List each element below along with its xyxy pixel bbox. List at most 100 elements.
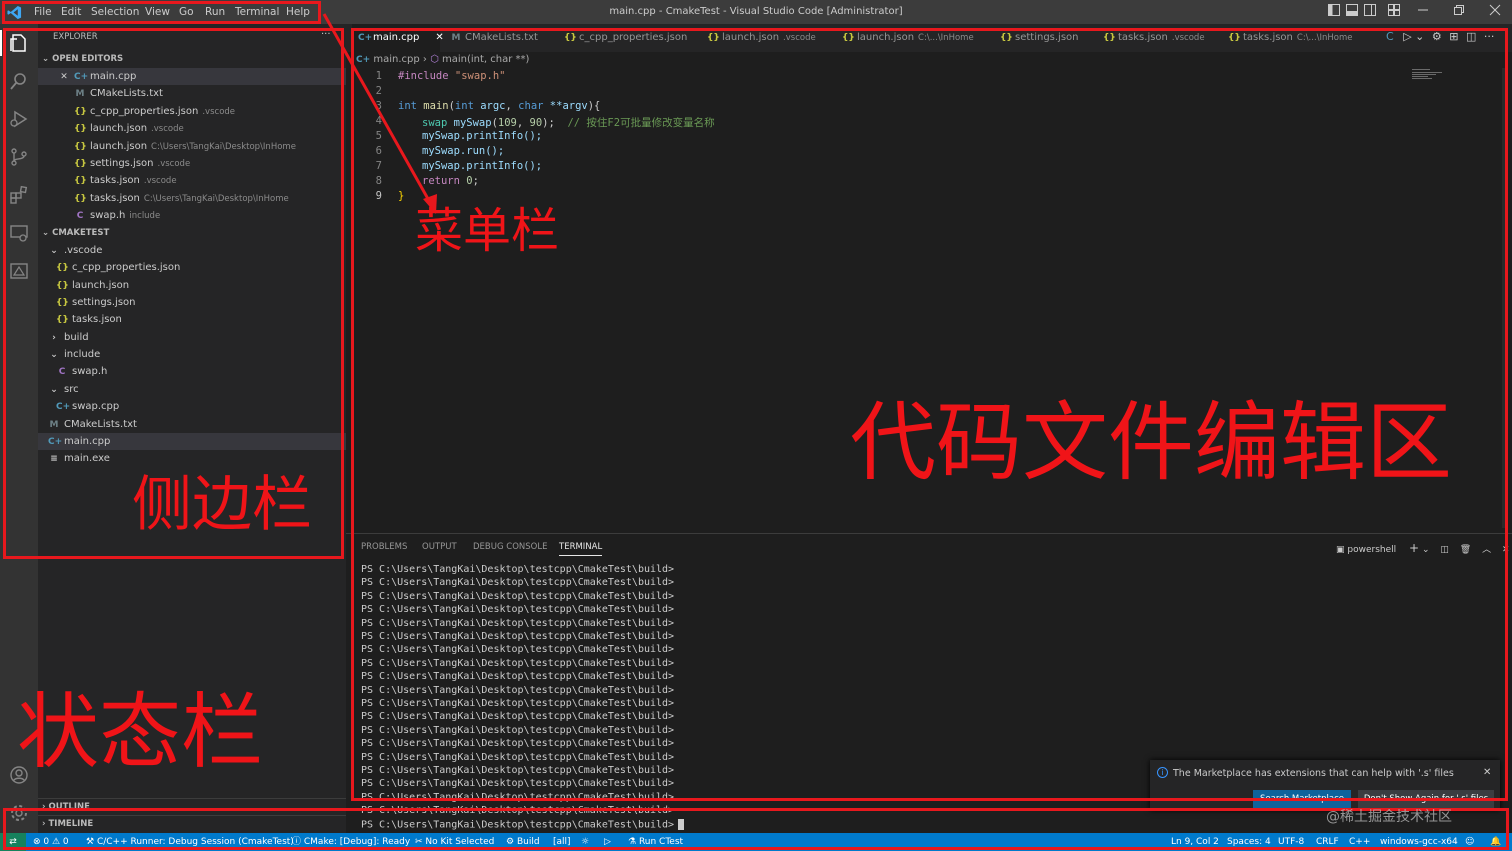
close-window-icon[interactable] [1488,4,1502,18]
cursor-position[interactable]: Ln 9, Col 2 [1171,833,1219,851]
remote-indicator-icon[interactable]: ⇄ [0,833,26,851]
more-actions-icon[interactable]: ··· [1484,30,1495,43]
cmake-status[interactable]: ⓘ CMake: [Debug]: Ready [292,833,410,851]
tree-item[interactable]: {} c_cpp_properties.json [38,259,346,276]
tree-item[interactable]: C+ swap.cpp [38,398,346,415]
project-header[interactable]: ⌄ CMAKETEST [38,225,346,242]
launch-icon[interactable]: ▷ [604,833,611,851]
tree-item[interactable]: {} tasks.json [38,311,346,328]
menu-run[interactable]: Run [205,0,225,24]
remote-explorer-icon[interactable] [8,222,30,244]
run-debug-icon[interactable] [8,108,30,130]
tree-item[interactable]: ⌄ src [38,381,346,398]
menu-help[interactable]: Help [286,0,310,24]
open-editor-item[interactable]: {} c_cpp_properties.json .vscode [38,103,346,120]
new-terminal-icon[interactable]: + [1409,541,1419,555]
open-editor-item[interactable]: {} settings.json .vscode [38,155,346,172]
open-editor-item[interactable]: ✕ C+ main.cpp [38,68,346,85]
menu-selection[interactable]: Selection [91,0,139,24]
outline-header[interactable]: › OUTLINE [38,798,346,815]
tab-output[interactable]: OUTPUT [422,542,457,556]
breadcrumb-symbol[interactable]: main(int, char **) [442,54,529,65]
tree-item[interactable]: ⌄ .vscode [38,242,346,259]
chevron-down-icon[interactable]: ⌄ [1422,545,1430,555]
source-control-icon[interactable] [8,146,30,168]
toggle-panel-icon[interactable] [1345,4,1359,18]
tree-item[interactable]: {} settings.json [38,294,346,311]
open-editor-item[interactable]: M CMakeLists.txt [38,85,346,102]
editor-tab[interactable]: {} c_cpp_properties.json [558,24,698,52]
maximize-panel-icon[interactable]: ︿ [1482,545,1491,555]
open-editors-header[interactable]: ⌄ OPEN EDITORS [38,51,346,68]
close-icon[interactable]: ✕ [435,32,443,43]
tree-item[interactable]: C+ main.cpp [38,432,346,450]
restore-icon[interactable] [1452,4,1466,18]
tree-item[interactable]: › build [38,329,346,346]
manage-gear-icon[interactable] [8,802,30,824]
runner-status[interactable]: ⚒ C/C++ Runner: Debug Session (CmakeTest… [86,833,294,851]
cmake-icon[interactable] [8,260,30,282]
toggle-secondary-sidebar-icon[interactable] [1363,4,1377,18]
split-terminal-icon[interactable]: ◫ [1440,545,1449,555]
notifications-bell-icon[interactable]: 🔔 [1490,833,1501,851]
tree-item[interactable]: M CMakeLists.txt [38,416,346,433]
encoding[interactable]: UTF-8 [1278,833,1304,851]
settings-icon[interactable]: ⚙ [1432,30,1442,43]
explorer-icon[interactable] [8,32,30,54]
build-button[interactable]: ⚙ Build [506,833,540,851]
menu-terminal[interactable]: Terminal [235,0,279,24]
kit-status[interactable]: ✂ No Kit Selected [415,833,494,851]
line-ending[interactable]: CRLF [1316,833,1339,851]
language-mode[interactable]: C++ [1349,833,1370,851]
tree-item[interactable]: Cswap.h [38,363,346,380]
tab-problems[interactable]: PROBLEMS [361,542,407,556]
run-ctest-button[interactable]: ⚗ Run CTest [628,833,683,851]
open-editor-item[interactable]: Cswap.h include [38,207,346,224]
editor-tab[interactable]: {} settings.json [994,24,1093,52]
menu-go[interactable]: Go [179,0,194,24]
problems-count[interactable]: ⊗ 0 ⚠ 0 [33,833,69,851]
terminal-shell-name[interactable]: powershell [1347,545,1396,555]
editor-tab[interactable]: {} launch.json .vscode [701,24,832,52]
tab-terminal[interactable]: TERMINAL [559,542,603,556]
toggle-sidebar-icon[interactable] [1327,4,1341,18]
editor-tab[interactable]: {} launch.json C:\...\InHome [836,24,990,52]
editor-tab[interactable]: M CMakeLists.txt [444,24,554,52]
extensions-icon[interactable] [8,184,30,206]
close-icon[interactable]: ✕ [1483,767,1491,778]
build-target[interactable]: [all] [553,833,571,851]
open-editor-item[interactable]: {} tasks.json C:\Users\TangKai\Desktop\InH… [38,190,346,207]
tab-debug-console[interactable]: DEBUG CONSOLE [473,542,547,556]
tree-item[interactable]: ⌄ include [38,346,346,363]
editor-tab[interactable]: {} tasks.json .vscode [1097,24,1218,52]
minimize-icon[interactable] [1416,4,1430,18]
open-editor-item[interactable]: {} launch.json C:\Users\TangKai\Desktop\In… [38,138,346,155]
dropdown-icon[interactable]: ⌄ [1415,30,1424,43]
close-icon[interactable]: ✕ [58,69,70,86]
menu-file[interactable]: File [34,0,52,24]
tree-item[interactable]: {} launch.json [38,277,346,294]
open-editor-item[interactable]: {} tasks.json .vscode [38,172,346,189]
editor-scrollbar[interactable] [1502,68,1508,528]
split-c-icon[interactable]: C [1386,30,1394,43]
open-editor-item[interactable]: {} launch.json .vscode [38,120,346,137]
explorer-more-icon[interactable]: ··· [321,29,331,40]
feedback-icon[interactable]: ☺ [1465,833,1474,851]
editor-tab[interactable]: C+main.cpp ✕ [352,24,444,52]
close-panel-icon[interactable]: ✕ [1502,545,1510,555]
minimap[interactable] [1412,68,1452,84]
timeline-header[interactable]: › TIMELINE [38,815,346,832]
customize-layout-icon[interactable] [1387,4,1401,18]
breadcrumb-file[interactable]: main.cpp [373,54,419,65]
debug-icon[interactable]: ☼ [581,833,589,851]
search-icon[interactable] [8,70,30,92]
menu-edit[interactable]: Edit [61,0,81,24]
run-icon[interactable]: ▷ [1403,30,1411,43]
platform-config[interactable]: windows-gcc-x64 [1380,833,1458,851]
indentation[interactable]: Spaces: 4 [1227,833,1271,851]
trash-icon[interactable]: 🗑 [1460,545,1471,555]
menu-view[interactable]: View [145,0,170,24]
tree-item[interactable]: ≡ main.exe [38,450,346,467]
split-editor-icon[interactable]: ◫ [1466,30,1476,43]
open-changes-icon[interactable]: ⊞ [1449,30,1458,43]
